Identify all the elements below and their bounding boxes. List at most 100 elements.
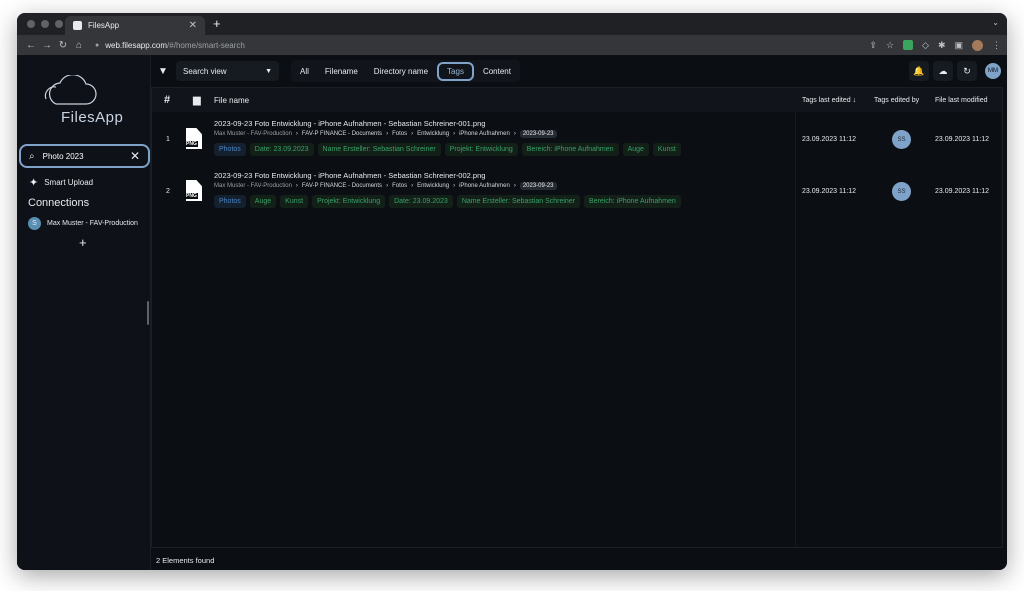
tag-chip[interactable]: Projekt: Entwicklung [444, 143, 518, 156]
breadcrumb-separator-icon: › [411, 131, 414, 137]
logo-text: FilesApp [61, 109, 124, 126]
breadcrumb: Max Muster - FAV-Production › FAV-P FINAN… [214, 130, 557, 138]
file-title[interactable]: 2023-09-23 Foto Entwicklung - iPhone Auf… [214, 119, 485, 128]
address-bar[interactable]: ● web.filesapp.com /#/home/smart-search [95, 37, 565, 53]
header-file-last-modified[interactable]: File last modified [935, 97, 988, 104]
forward-icon[interactable]: → [39, 40, 55, 51]
table-header: # ▆ File name Tags last edited ↓ Tags ed… [152, 88, 1002, 112]
profile-avatar[interactable] [972, 39, 983, 51]
filter-content[interactable]: Content [476, 63, 518, 80]
smart-upload-button[interactable]: ✦ Smart Upload [29, 176, 93, 189]
table-row[interactable]: 2 PNG 2023-09-23 Foto Entwicklung - iPho… [152, 166, 1002, 218]
new-tab-icon[interactable]: + [213, 16, 221, 31]
add-connection-icon[interactable]: + [79, 235, 87, 250]
tag-chip[interactable]: Projekt: Entwicklung [312, 195, 386, 208]
search-toolbar: ▼ Search view ▼ All Filename Directory n… [151, 55, 1007, 87]
row-number: 1 [166, 136, 170, 143]
reload-icon[interactable]: ↻ [55, 40, 71, 51]
file-last-modified-value: 23.09.2023 11:12 [935, 188, 989, 195]
tag-chip[interactable]: Name Ersteller: Sebastian Schreiner [317, 143, 441, 156]
tag-chip[interactable]: Photos [214, 195, 246, 208]
breadcrumb-separator-icon: › [295, 131, 298, 137]
side-panel-icon[interactable]: ▣ [954, 40, 963, 51]
filter-all[interactable]: All [293, 63, 316, 80]
close-window-button[interactable] [27, 20, 35, 28]
browser-window: FilesApp ✕ + ⌄ ← → ↻ ⌂ ● web.filesapp.co… [17, 13, 1007, 570]
breadcrumb-separator-icon: › [386, 131, 389, 137]
table-row[interactable]: 1 PNG 2023-09-23 Foto Entwicklung - iPho… [152, 114, 1002, 166]
browser-actions: ⇪ ☆ ◇ ✱ ▣ ⋮ [869, 39, 1001, 51]
breadcrumb-item[interactable]: FAV-P FINANCE - Documents [302, 183, 382, 189]
breadcrumb-item[interactable]: 2023-09-23 [519, 130, 557, 138]
header-hash: # [164, 94, 171, 106]
tab-title: FilesApp [88, 21, 120, 30]
view-select[interactable]: Search view ▼ [176, 61, 279, 81]
share-icon[interactable]: ⇪ [869, 40, 877, 51]
tag-chip[interactable]: Auge [622, 143, 649, 156]
files-app: FilesApp ⌕ Photo 2023 ✕ ✦ Smart Upload C… [17, 55, 1007, 570]
browser-tab[interactable]: FilesApp ✕ [65, 16, 205, 35]
header-tags-edited-by[interactable]: Tags edited by [874, 97, 919, 104]
tag-chip[interactable]: Bereich: iPhone Aufnahmen [584, 195, 681, 208]
header-tags-last-edited-label: Tags last edited [802, 96, 851, 104]
breadcrumb-separator-icon: › [513, 131, 516, 137]
sidebar-resize-handle[interactable] [147, 301, 149, 325]
header-file-name[interactable]: File name [214, 96, 249, 105]
tag-chip[interactable]: Photos [214, 143, 246, 156]
tag-chip[interactable]: Kunst [652, 143, 681, 156]
breadcrumb-separator-icon: › [453, 131, 456, 137]
filter-directory-name[interactable]: Directory name [367, 63, 435, 80]
file-title[interactable]: 2023-09-23 Foto Entwicklung - iPhone Auf… [214, 171, 485, 180]
search-icon: ⌕ [29, 150, 35, 162]
tags-last-edited-value: 23.09.2023 11:12 [802, 136, 856, 143]
cloud-icon[interactable]: ☁ [933, 61, 953, 81]
extension-icon[interactable] [903, 40, 914, 50]
breadcrumb-item[interactable]: Fotos [392, 131, 407, 137]
clear-search-icon[interactable]: ✕ [130, 149, 140, 163]
close-tab-icon[interactable]: ✕ [189, 20, 197, 31]
tag-chip[interactable]: Date: 23.09.2023 [249, 143, 314, 156]
smart-upload-label: Smart Upload [44, 178, 94, 187]
home-icon[interactable]: ⌂ [71, 40, 87, 51]
breadcrumb-item[interactable]: 2023-09-23 [519, 182, 557, 190]
tag-chip[interactable]: Date: 23.09.2023 [389, 195, 453, 208]
tag-chip[interactable]: Bereich: iPhone Aufnahmen [521, 143, 619, 156]
tab-search-chevron-icon[interactable]: ⌄ [992, 18, 999, 27]
search-input[interactable]: ⌕ Photo 2023 ✕ [19, 144, 150, 168]
menu-kebab-icon[interactable]: ⋮ [992, 40, 1001, 51]
filter-tags[interactable]: Tags [437, 61, 474, 81]
connection-item[interactable]: S Max Muster - FAV-Production [28, 217, 138, 230]
header-tags-last-edited[interactable]: Tags last edited ↓ [802, 97, 856, 104]
breadcrumb-item[interactable]: Max Muster - FAV-Production [214, 183, 292, 189]
user-avatar[interactable]: MM [985, 63, 1001, 79]
breadcrumb-item[interactable]: Entwicklung [417, 131, 449, 137]
breadcrumb-separator-icon: › [513, 183, 516, 189]
back-icon[interactable]: ← [23, 40, 39, 51]
top-actions: 🔔 ☁ ↻ MM [909, 61, 1001, 81]
tag-chip[interactable]: Auge [249, 195, 277, 208]
maximize-window-button[interactable] [55, 20, 63, 28]
tag-chip[interactable]: Kunst [280, 195, 309, 208]
png-file-icon: PNG [186, 128, 202, 149]
extensions-puzzle-icon[interactable]: ✱ [938, 40, 946, 51]
extension-shield-icon[interactable]: ◇ [922, 40, 929, 51]
breadcrumb-item[interactable]: iPhone Aufnahmen [459, 131, 510, 137]
breadcrumb-item[interactable]: FAV-P FINANCE - Documents [302, 131, 382, 137]
breadcrumb-item[interactable]: Fotos [392, 183, 407, 189]
png-file-icon: PNG [186, 180, 202, 201]
filter-filename[interactable]: Filename [318, 63, 365, 80]
breadcrumb-item[interactable]: Max Muster - FAV-Production [214, 131, 292, 137]
minimize-window-button[interactable] [41, 20, 49, 28]
bell-icon[interactable]: 🔔 [909, 61, 929, 81]
tag-chip[interactable]: Name Ersteller: Sebastian Schreiner [456, 195, 581, 208]
refresh-icon[interactable]: ↻ [957, 61, 977, 81]
url-host: web.filesapp.com [105, 40, 168, 50]
favicon-icon [73, 21, 82, 30]
filter-icon[interactable]: ▼ [156, 66, 170, 77]
bookmark-star-icon[interactable]: ☆ [886, 40, 894, 51]
editor-avatar[interactable]: SS [892, 130, 911, 149]
sparkle-icon: ✦ [29, 177, 39, 189]
editor-avatar[interactable]: SS [892, 182, 911, 201]
breadcrumb-item[interactable]: iPhone Aufnahmen [459, 183, 510, 189]
breadcrumb-item[interactable]: Entwicklung [417, 183, 449, 189]
